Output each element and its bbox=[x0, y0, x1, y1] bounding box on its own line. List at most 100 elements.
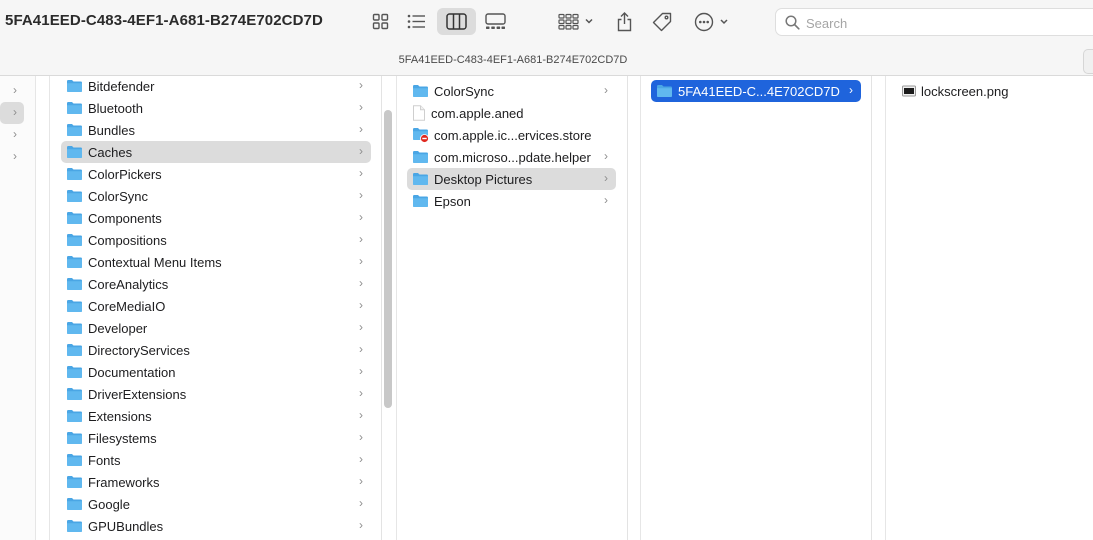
library-item[interactable]: Components › bbox=[61, 207, 371, 229]
library-item[interactable]: DirectoryServices › bbox=[61, 339, 371, 361]
folder-icon bbox=[66, 211, 83, 225]
sidebar-toggle-handle[interactable] bbox=[1083, 49, 1093, 74]
item-label: Extensions bbox=[88, 408, 152, 424]
folder-icon bbox=[412, 84, 429, 98]
item-label: 5FA41EED-C...4E702CD7D bbox=[678, 83, 840, 99]
library-item[interactable]: Developer › bbox=[61, 317, 371, 339]
chevron-right-icon: › bbox=[359, 188, 363, 202]
toolbar: 5FA41EED-C483-4EF1-A681-B274E702CD7D bbox=[0, 0, 1093, 44]
folder-icon bbox=[412, 194, 429, 208]
file-icon bbox=[412, 105, 426, 121]
view-as-columns-button[interactable] bbox=[437, 8, 476, 35]
library-item[interactable]: Filesystems › bbox=[61, 427, 371, 449]
folder-icon bbox=[66, 475, 83, 489]
library-item[interactable]: Documentation › bbox=[61, 361, 371, 383]
folder-icon bbox=[66, 343, 83, 357]
more-actions-button[interactable] bbox=[692, 8, 732, 35]
chevron-right-icon: › bbox=[13, 105, 17, 119]
chevron-right-icon: › bbox=[604, 193, 608, 207]
chevron-right-icon: › bbox=[359, 364, 363, 378]
library-item[interactable]: ColorSync › bbox=[61, 185, 371, 207]
caches-item[interactable]: Desktop Pictures › bbox=[407, 168, 616, 190]
path-bar: 5FA41EED-C483-4EF1-A681-B274E702CD7D bbox=[0, 44, 1093, 76]
library-item[interactable]: CoreAnalytics › bbox=[61, 273, 371, 295]
item-label: Fonts bbox=[88, 452, 121, 468]
chevron-right-icon: › bbox=[13, 149, 17, 163]
group-by-icon bbox=[558, 13, 594, 30]
chevron-right-icon: › bbox=[359, 430, 363, 444]
item-label: DirectoryServices bbox=[88, 342, 190, 358]
library-item[interactable]: Frameworks › bbox=[61, 471, 371, 493]
tag-icon bbox=[652, 12, 672, 32]
parent-item[interactable]: › bbox=[0, 80, 24, 102]
view-as-list-button[interactable] bbox=[403, 8, 429, 35]
item-label: CoreMediaIO bbox=[88, 298, 166, 314]
library-item[interactable]: CoreMediaIO › bbox=[61, 295, 371, 317]
chevron-right-icon: › bbox=[359, 210, 363, 224]
library-item[interactable]: GPUBundles › bbox=[61, 515, 371, 537]
item-label: com.apple.ic...ervices.store bbox=[434, 127, 592, 143]
item-label: Components bbox=[88, 210, 162, 226]
path-title: 5FA41EED-C483-4EF1-A681-B274E702CD7D bbox=[398, 54, 628, 66]
folder-icon bbox=[66, 453, 83, 467]
column-library-scrollbar[interactable] bbox=[384, 110, 392, 408]
parent-item[interactable]: › bbox=[0, 102, 24, 124]
library-item[interactable]: Extensions › bbox=[61, 405, 371, 427]
item-label: Bitdefender bbox=[88, 78, 155, 94]
folder-icon bbox=[66, 255, 83, 269]
item-label: Bluetooth bbox=[88, 100, 143, 116]
desktop-pictures-item[interactable]: 5FA41EED-C...4E702CD7D › bbox=[651, 80, 861, 102]
caches-item[interactable]: Epson › bbox=[407, 190, 616, 212]
item-label: Documentation bbox=[88, 364, 176, 380]
item-label: Developer bbox=[88, 320, 148, 336]
folder-icon bbox=[66, 519, 83, 533]
library-item[interactable]: Bundles › bbox=[61, 119, 371, 141]
item-label: ColorSync bbox=[88, 188, 148, 204]
group-by-button[interactable] bbox=[556, 8, 596, 35]
item-label: lockscreen.png bbox=[921, 83, 1009, 99]
tags-button[interactable] bbox=[649, 8, 675, 35]
chevron-right-icon: › bbox=[359, 100, 363, 114]
parent-item[interactable]: › bbox=[0, 124, 24, 146]
item-label: Frameworks bbox=[88, 474, 160, 490]
folder-icon bbox=[66, 409, 83, 423]
library-item[interactable]: DriverExtensions › bbox=[61, 383, 371, 405]
chevron-right-icon: › bbox=[604, 171, 608, 185]
folder-icon bbox=[412, 150, 429, 164]
caches-item[interactable]: com.apple.ic...ervices.store bbox=[407, 124, 616, 146]
folder-icon bbox=[412, 172, 429, 186]
folder-icon bbox=[66, 101, 83, 115]
library-item[interactable]: Bitdefender › bbox=[61, 76, 371, 97]
parent-item[interactable]: › bbox=[0, 146, 24, 168]
library-item[interactable]: Compositions › bbox=[61, 229, 371, 251]
library-item[interactable]: Fonts › bbox=[61, 449, 371, 471]
library-item[interactable]: Google › bbox=[61, 493, 371, 515]
view-as-icons-button[interactable] bbox=[367, 8, 393, 35]
chevron-right-icon: › bbox=[359, 298, 363, 312]
chevron-right-icon: › bbox=[604, 149, 608, 163]
share-button[interactable] bbox=[611, 8, 637, 35]
chevron-right-icon: › bbox=[359, 144, 363, 158]
search-field[interactable] bbox=[775, 8, 1093, 36]
view-as-columns-icon bbox=[446, 13, 467, 30]
library-item[interactable]: ColorPickers › bbox=[61, 163, 371, 185]
caches-item[interactable]: com.microso...pdate.helper › bbox=[407, 146, 616, 168]
library-item[interactable]: Caches › bbox=[61, 141, 371, 163]
chevron-right-icon: › bbox=[359, 78, 363, 92]
caches-item[interactable]: com.apple.aned bbox=[407, 102, 616, 124]
chevron-right-icon: › bbox=[13, 127, 17, 141]
view-as-gallery-button[interactable] bbox=[482, 8, 508, 35]
column-desktop-pictures: 5FA41EED-C...4E702CD7D › bbox=[640, 76, 872, 540]
library-item[interactable]: Contextual Menu Items › bbox=[61, 251, 371, 273]
item-label: GPUBundles bbox=[88, 518, 164, 534]
folder-icon bbox=[66, 431, 83, 445]
caches-item[interactable]: ColorSync › bbox=[407, 80, 616, 102]
folder-icon bbox=[656, 84, 673, 98]
search-input[interactable] bbox=[806, 13, 1086, 33]
item-label: Caches bbox=[88, 144, 133, 160]
column-parent: › › › › bbox=[0, 76, 36, 540]
library-item[interactable]: Bluetooth › bbox=[61, 97, 371, 119]
chevron-right-icon: › bbox=[359, 496, 363, 510]
restricted-folder-icon bbox=[412, 127, 429, 143]
file-item[interactable]: lockscreen.png bbox=[896, 80, 1076, 102]
